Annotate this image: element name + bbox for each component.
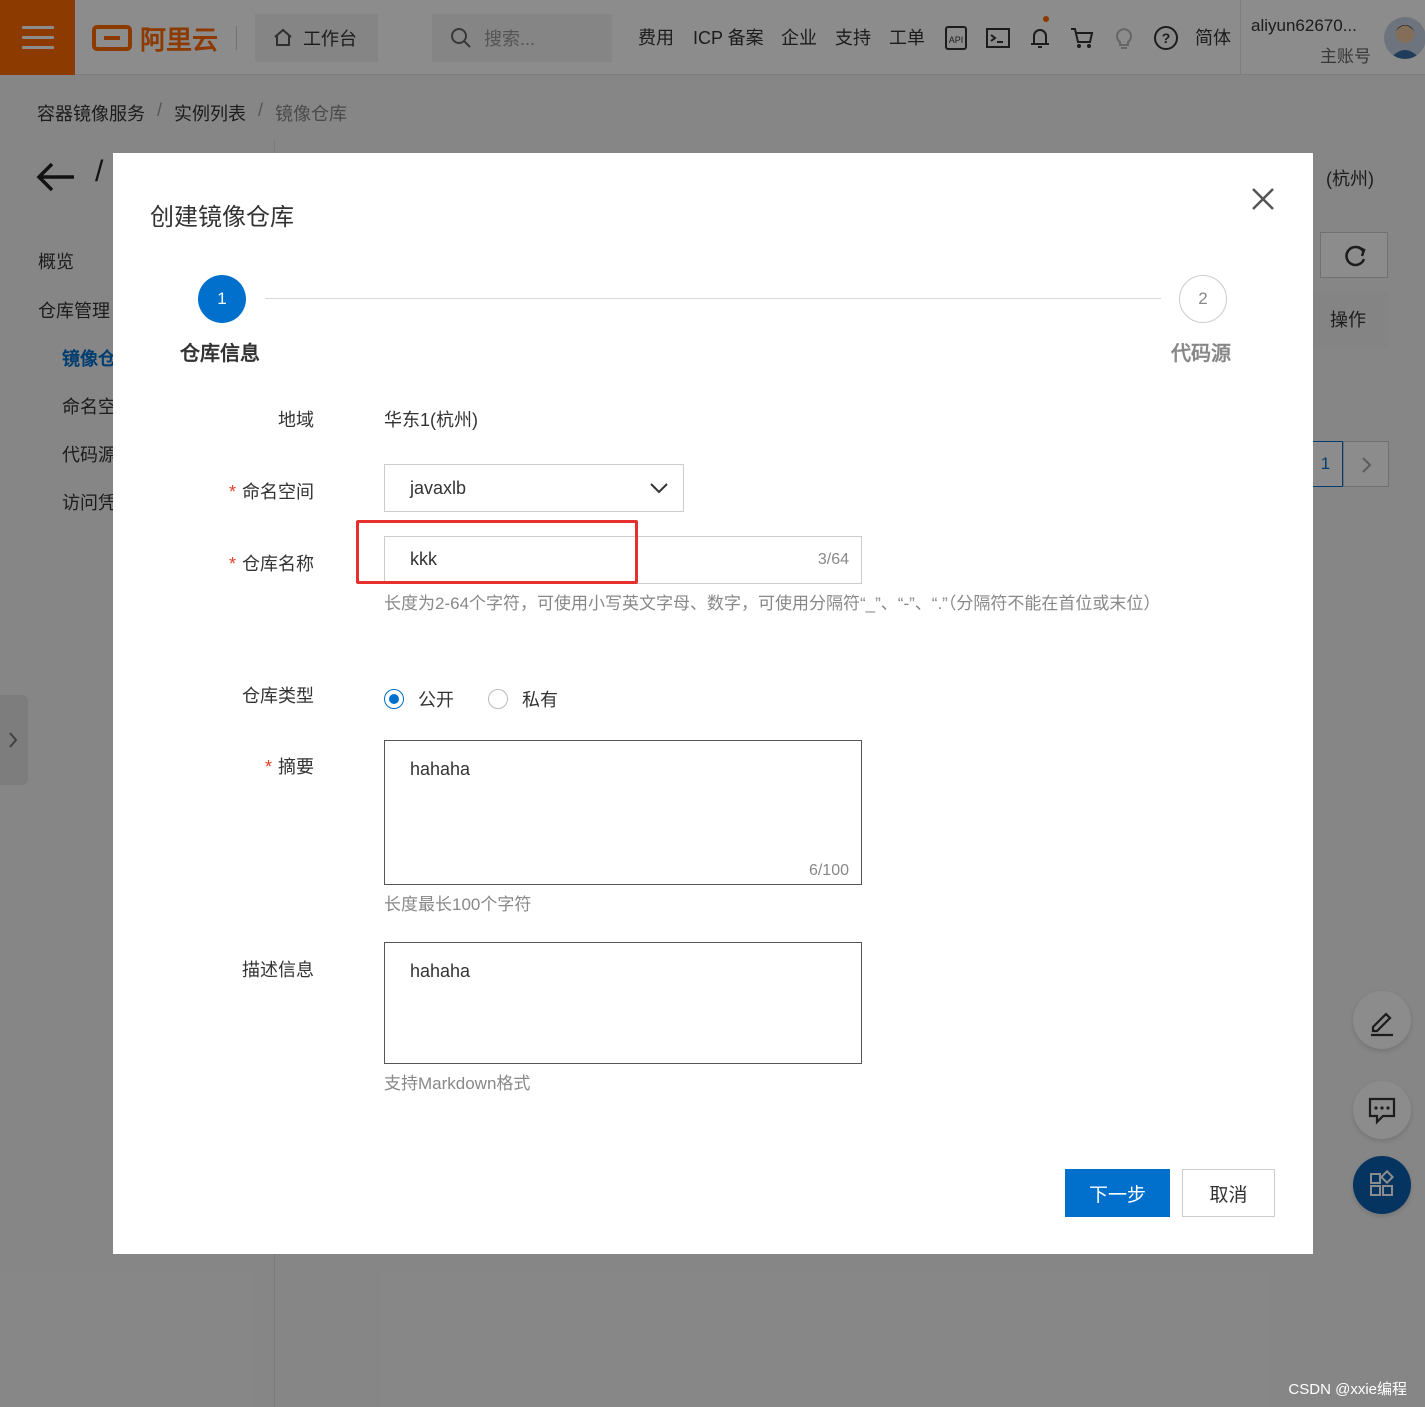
repo-name-hint: 长度为2-64个字符，可使用小写英文字母、数字，可使用分隔符“_”、“-”、“.… [384, 594, 1161, 613]
step-1-indicator: 1 [198, 275, 246, 323]
radio-button-checked[interactable] [384, 689, 404, 709]
radio-public-label: 公开 [418, 690, 454, 710]
chevron-down-icon [650, 483, 668, 494]
annotation-highlight-box [356, 520, 638, 584]
radio-private[interactable]: 私有 [488, 686, 558, 712]
required-marker: * [228, 554, 236, 574]
namespace-label-text: 命名空间 [242, 482, 314, 502]
description-hint: 支持Markdown格式 [384, 1074, 531, 1093]
region-label: 地域 [278, 410, 314, 430]
close-icon[interactable] [1249, 185, 1277, 213]
repo-type-label: 仓库类型 [242, 686, 314, 706]
required-marker: * [228, 482, 236, 502]
step-connector [265, 298, 1161, 299]
radio-button-unchecked[interactable] [488, 689, 508, 709]
description-textarea[interactable]: hahaha [384, 942, 862, 1064]
radio-public[interactable]: 公开 [384, 686, 454, 712]
summary-label-text: 摘要 [278, 757, 314, 777]
description-value: hahaha [410, 961, 471, 981]
namespace-selected-value: javaxlb [410, 478, 467, 498]
namespace-select[interactable]: javaxlb [384, 464, 684, 512]
create-repo-dialog: 创建镜像仓库 1 2 仓库信息 代码源 地域 华东1(杭州) * 命名空间 jav… [113, 153, 1313, 1254]
summary-label: * 摘要 [265, 753, 314, 779]
summary-char-count: 6/100 [808, 862, 849, 879]
summary-hint: 长度最长100个字符 [384, 895, 532, 914]
repo-name-label-text: 仓库名称 [242, 554, 314, 574]
step-1-label: 仓库信息 [180, 343, 260, 365]
next-step-button[interactable]: 下一步 [1065, 1169, 1170, 1217]
region-value: 华东1(杭州) [384, 410, 478, 430]
cancel-button[interactable]: 取消 [1182, 1169, 1275, 1217]
summary-value: hahaha [410, 759, 471, 779]
radio-private-label: 私有 [522, 690, 558, 710]
repo-name-char-count: 3/64 [817, 551, 849, 568]
step-2-indicator: 2 [1179, 275, 1227, 323]
required-marker: * [264, 757, 272, 777]
repo-name-label: * 仓库名称 [229, 550, 314, 576]
watermark: CSDN @xxie编程 [1288, 1381, 1407, 1398]
dialog-title: 创建镜像仓库 [150, 204, 294, 231]
description-label: 描述信息 [242, 960, 314, 980]
namespace-label: * 命名空间 [229, 478, 314, 504]
step-2-label: 代码源 [1171, 343, 1231, 365]
summary-textarea[interactable]: hahaha 6/100 [384, 740, 862, 885]
